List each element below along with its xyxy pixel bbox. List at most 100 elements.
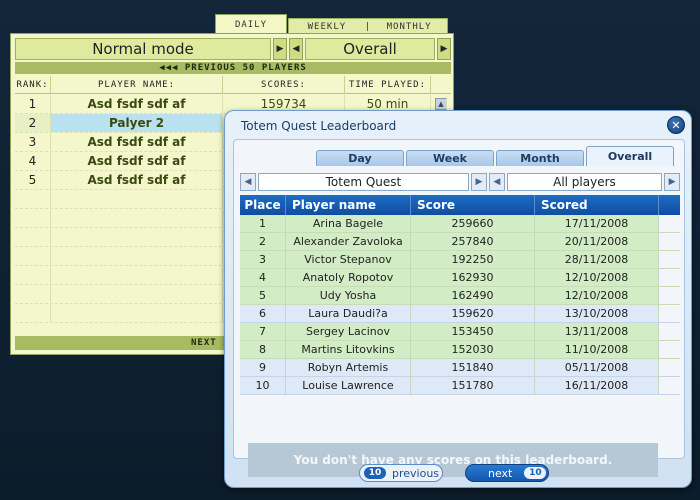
place-cell: 10 (240, 377, 286, 394)
previous-count-badge: 10 (364, 467, 386, 479)
scope-selector[interactable]: Overall (305, 38, 435, 60)
mode-bar: Normal mode ▶ ◀ Overall ▶ (15, 38, 451, 60)
table-row[interactable]: 6 Laura Daudi?a 159620 13/10/2008 (240, 305, 680, 323)
column-place[interactable]: Place (240, 195, 286, 215)
players-selector[interactable]: All players (506, 173, 663, 191)
score-cell: 151840 (411, 359, 535, 376)
score-cell: 259660 (411, 215, 535, 232)
table-row[interactable]: 10 Louise Lawrence 151780 16/11/2008 (240, 377, 680, 395)
place-cell: 4 (240, 269, 286, 286)
column-score[interactable]: Score (411, 195, 535, 215)
next-count-badge: 10 (524, 467, 547, 479)
rank-cell: 2 (15, 114, 51, 132)
place-cell: 5 (240, 287, 286, 304)
scroll-track (659, 377, 680, 394)
header-scroll-gap (431, 76, 451, 93)
leaderboard-dialog: Totem Quest Leaderboard ✕ Day Week Month Ov… (224, 110, 692, 488)
table-row[interactable]: 2 Alexander Zavoloka 257840 20/11/2008 (240, 233, 680, 251)
tab-week[interactable]: Week (406, 150, 494, 166)
previous-page-button[interactable]: 10 previous (359, 464, 443, 482)
place-cell: 1 (240, 215, 286, 232)
scroll-up-icon[interactable]: ▲ (435, 98, 447, 110)
scope-prev-arrow-icon[interactable]: ◀ (289, 38, 303, 60)
period-tabs: Day Week Month Overall (316, 146, 674, 166)
next-page-button[interactable]: next 10 (465, 464, 549, 482)
table-row[interactable]: 4 Anatoly Ropotov 162930 12/10/2008 (240, 269, 680, 287)
score-cell: 159620 (411, 305, 535, 322)
scored-date-cell: 05/11/2008 (535, 359, 659, 376)
table-row[interactable]: 3 Victor Stepanov 192250 28/11/2008 (240, 251, 680, 269)
dialog-title: Totem Quest Leaderboard (241, 119, 397, 133)
column-scored[interactable]: Scored (535, 195, 659, 215)
header-scroll-gap (659, 195, 680, 215)
player-name-cell: Martins Litovkins (286, 341, 411, 358)
game-next-arrow-icon[interactable]: ▶ (470, 173, 487, 191)
rank-cell (15, 209, 51, 227)
table-row[interactable]: 1 Arina Bagele 259660 17/11/2008 (240, 215, 680, 233)
tab-month[interactable]: Month (496, 150, 584, 166)
scroll-track (659, 215, 680, 232)
tab-day[interactable]: Day (316, 150, 404, 166)
next-label: next (488, 466, 513, 480)
column-time-played: TIME PLAYED: (345, 76, 431, 93)
scroll-track (659, 323, 680, 340)
player-name-cell: Alexander Zavoloka (286, 233, 411, 250)
player-name-cell (51, 266, 223, 284)
score-cell: 257840 (411, 233, 535, 250)
legacy-table-header: RANK: PLAYER NAME: SCORES: TIME PLAYED: (15, 76, 451, 94)
player-name-cell: Asd fsdf sdf af (51, 152, 223, 170)
period-tab-group: WEEKLY | MONTHLY (288, 18, 448, 34)
player-name-cell (51, 285, 223, 303)
scroll-track (659, 233, 680, 250)
tab-daily[interactable]: DAILY (215, 14, 287, 34)
scroll-track (659, 341, 680, 358)
close-icon[interactable]: ✕ (667, 116, 685, 134)
period-tabs: DAILY (215, 14, 287, 34)
players-next-arrow-icon[interactable]: ▶ (664, 173, 681, 191)
rank-cell: 5 (15, 171, 51, 189)
scroll-track (659, 287, 680, 304)
tab-weekly[interactable]: WEEKLY (289, 22, 365, 32)
table-row[interactable]: 5 Udy Yosha 162490 12/10/2008 (240, 287, 680, 305)
rank-cell: 1 (15, 95, 51, 113)
scored-date-cell: 13/11/2008 (535, 323, 659, 340)
player-name-cell: Udy Yosha (286, 287, 411, 304)
score-cell: 162930 (411, 269, 535, 286)
table-row[interactable]: 8 Martins Litovkins 152030 11/10/2008 (240, 341, 680, 359)
score-cell: 152030 (411, 341, 535, 358)
leaderboard-table: Place Player name Score Scored 1 Arina Ba… (240, 195, 680, 395)
player-name-cell: Louise Lawrence (286, 377, 411, 394)
rank-cell (15, 285, 51, 303)
scroll-track (659, 251, 680, 268)
previous-50-players-button[interactable]: ◀◀◀ PREVIOUS 50 PLAYERS (15, 62, 451, 74)
tab-overall[interactable]: Overall (586, 146, 674, 166)
mode-next-arrow-icon[interactable]: ▶ (273, 38, 287, 60)
players-prev-arrow-icon[interactable]: ◀ (488, 173, 505, 191)
game-prev-arrow-icon[interactable]: ◀ (240, 173, 256, 191)
table-row[interactable]: 9 Robyn Artemis 151840 05/11/2008 (240, 359, 680, 377)
place-cell: 6 (240, 305, 286, 322)
tab-monthly[interactable]: MONTHLY (371, 22, 447, 32)
scroll-track (659, 305, 680, 322)
player-name-cell (51, 209, 223, 227)
player-name-cell: Asd fsdf sdf af (51, 133, 223, 151)
rank-cell: 4 (15, 152, 51, 170)
game-selector[interactable]: Totem Quest (257, 173, 469, 191)
column-player-name[interactable]: Player name (286, 195, 411, 215)
rank-cell: 3 (15, 133, 51, 151)
scored-date-cell: 17/11/2008 (535, 215, 659, 232)
mode-selector[interactable]: Normal mode (15, 38, 271, 60)
score-cell: 192250 (411, 251, 535, 268)
player-name-cell: Asd fsdf sdf af (51, 95, 223, 113)
rank-cell (15, 247, 51, 265)
scope-next-arrow-icon[interactable]: ▶ (437, 38, 451, 60)
scored-date-cell: 20/11/2008 (535, 233, 659, 250)
table-row[interactable]: 7 Sergey Lacinov 153450 13/11/2008 (240, 323, 680, 341)
table-body: 1 Arina Bagele 259660 17/11/2008 2 Alexander … (240, 215, 680, 395)
player-name-cell: Asd fsdf sdf af (51, 171, 223, 189)
player-name-cell: Arina Bagele (286, 215, 411, 232)
place-cell: 2 (240, 233, 286, 250)
score-cell: 162490 (411, 287, 535, 304)
rank-cell (15, 304, 51, 322)
previous-label: previous (392, 466, 440, 480)
